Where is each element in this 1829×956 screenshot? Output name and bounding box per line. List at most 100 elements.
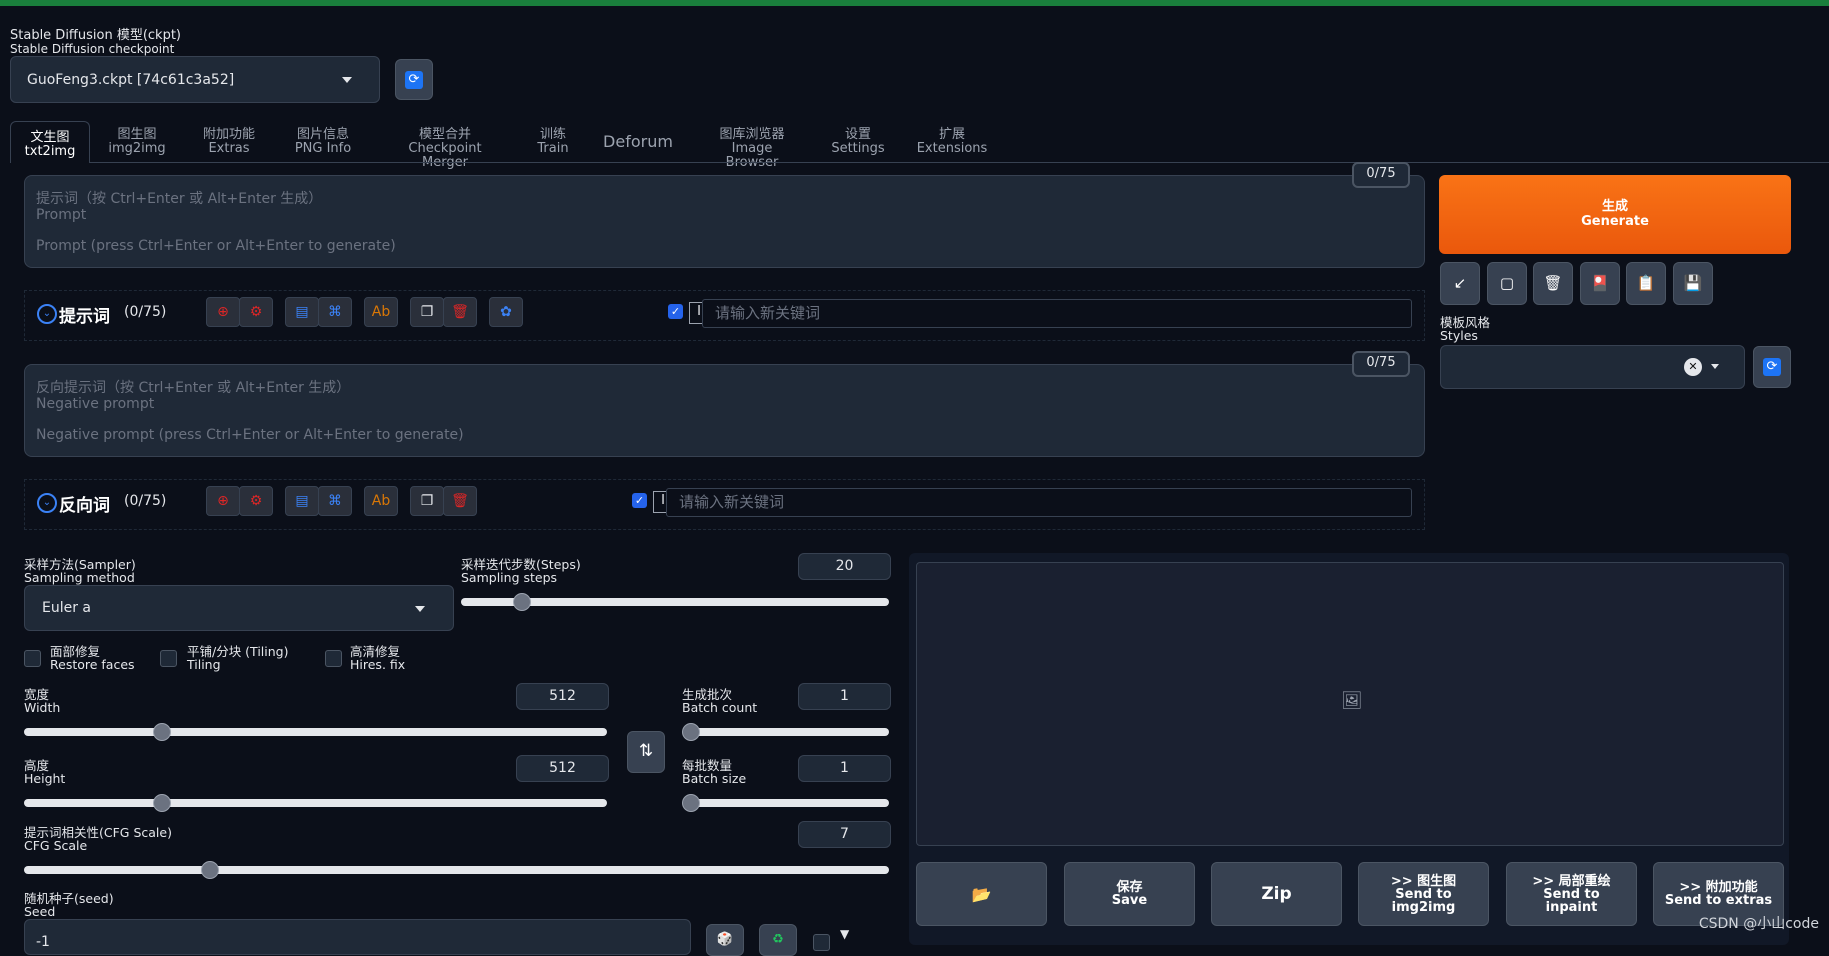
tab-img2img[interactable]: 图生图 img2img [102, 128, 172, 156]
open-folder-button[interactable]: 📂 [916, 862, 1047, 926]
zip-button[interactable]: Zip [1211, 862, 1342, 926]
sampler-label: 采样方法(Sampler) Sampling method [24, 558, 136, 584]
clear-x-icon[interactable]: ✕ [1684, 358, 1702, 376]
tab-png-info[interactable]: 图片信息 PNG Info [284, 128, 362, 156]
tab-txt2img[interactable]: 文生图 txt2img [10, 121, 90, 163]
prompt-label-en: Prompt [36, 207, 87, 223]
send-to-img2img-button[interactable]: >> 图生图 Send to img2img [1358, 862, 1489, 926]
height-number-input[interactable]: 512 [516, 755, 609, 782]
collapse-chevron-icon[interactable]: ⌄ [37, 493, 57, 513]
batch-size-number-input[interactable]: 1 [798, 755, 891, 782]
tab-label-en: img2img [108, 141, 166, 156]
translate-globe-icon[interactable]: ⊕ [206, 297, 240, 327]
swap-arrows-icon: ⇅ [638, 741, 654, 761]
notes-icon[interactable]: ▤ [285, 297, 319, 327]
prompt-placeholder: Prompt (press Ctrl+Enter or Alt+Enter to… [36, 238, 396, 254]
checkpoint-dropdown[interactable]: GuoFeng3.ckpt [74c61c3a52] [10, 56, 380, 103]
restore-faces-checkbox[interactable] [24, 650, 41, 667]
hires-fix-checkbox[interactable] [325, 650, 342, 667]
tab-label-en: Extensions [916, 141, 988, 156]
copy-icon[interactable]: ❐ [410, 297, 444, 327]
bookmark-icon[interactable]: ⌘ [318, 297, 352, 327]
triangle-down-icon[interactable]: ▼ [840, 927, 849, 941]
batch-size-slider[interactable] [682, 794, 889, 812]
restore-faces-label-en: Restore faces [50, 657, 135, 672]
extra-seed-checkbox[interactable] [813, 934, 830, 951]
trash-icon[interactable]: 🗑 [1533, 262, 1573, 305]
gear-icon[interactable]: ⚙ [239, 297, 273, 327]
random-seed-button[interactable]: 🎲 [706, 924, 744, 956]
tab-extensions[interactable]: 扩展 Extensions [916, 128, 988, 156]
trash-icon[interactable]: 🗑 [443, 297, 477, 327]
bookmark-icon[interactable]: ⌘ [318, 486, 352, 516]
clipboard-icon[interactable]: 📋 [1626, 262, 1666, 305]
save-disk-icon[interactable]: 💾 [1673, 262, 1713, 305]
slider-thumb[interactable] [201, 861, 220, 879]
tab-train[interactable]: 训练 Train [532, 128, 574, 156]
width-slider[interactable] [24, 723, 607, 741]
collapse-chevron-icon[interactable]: ⌄ [37, 304, 57, 324]
tab-label-en: txt2img [24, 144, 76, 159]
tab-deforum[interactable]: Deforum [601, 133, 675, 151]
batch-count-label: 生成批次 Batch count [682, 688, 757, 714]
notes-icon[interactable]: ▤ [285, 486, 319, 516]
slider-thumb[interactable] [512, 593, 531, 611]
seed-input[interactable]: -1 [24, 919, 691, 955]
tab-extras[interactable]: 附加功能 Extras [192, 128, 266, 156]
negative-keyword-input[interactable]: 请输入新关键词 [666, 488, 1412, 517]
slider-thumb[interactable] [682, 794, 700, 812]
batch-count-number-input[interactable]: 1 [798, 683, 891, 710]
sampler-dropdown[interactable]: Euler a [24, 585, 454, 631]
tab-divider [90, 162, 1829, 163]
send-inpaint-label-cn: >> 局部重绘 [1532, 873, 1611, 889]
height-slider[interactable] [24, 794, 607, 812]
openai-icon[interactable]: ✿ [489, 297, 523, 327]
slider-thumb[interactable] [153, 794, 171, 812]
send-extras-label-en1: Send to extras [1664, 893, 1773, 908]
refresh-icon: ⟳ [405, 70, 423, 89]
slider-thumb[interactable] [682, 723, 700, 741]
trash-icon[interactable]: 🗑 [443, 486, 477, 516]
translate-globe-icon[interactable]: ⊕ [206, 486, 240, 516]
slider-thumb[interactable] [153, 723, 171, 741]
keyword-enable-checkbox[interactable]: ✓ [632, 493, 647, 508]
tab-checkpoint-merger[interactable]: 模型合并 Checkpoint Merger [386, 128, 504, 170]
tab-label-cn: 图片信息 [296, 127, 349, 142]
copy-icon[interactable]: ❐ [410, 486, 444, 516]
refresh-styles-button[interactable]: ⟳ [1753, 346, 1791, 388]
negative-label-en: Negative prompt [36, 396, 155, 412]
square-icon[interactable]: ▢ [1487, 262, 1527, 305]
reuse-seed-button[interactable]: ♻ [759, 924, 797, 956]
checkpoint-label-en: Stable Diffusion checkpoint [10, 42, 175, 56]
cfg-number-input[interactable]: 7 [798, 821, 891, 848]
steps-slider[interactable] [461, 593, 889, 611]
cfg-slider[interactable] [24, 861, 889, 879]
save-button[interactable]: 保存 Save [1064, 862, 1195, 926]
chevron-down-icon [342, 77, 352, 83]
tab-label-en: Train [537, 141, 569, 156]
ab-text-icon[interactable]: Ab [364, 297, 398, 327]
negative-prompt-textarea[interactable]: 反向提示词（按 Ctrl+Enter 或 Alt+Enter 生成） Negat… [24, 364, 1425, 457]
tab-label-cn: 训练 [539, 127, 566, 142]
steps-number-input[interactable]: 20 [798, 553, 891, 580]
extra-networks-card-icon[interactable]: 🎴 [1580, 262, 1620, 305]
steps-label: 采样迭代步数(Steps) Sampling steps [461, 558, 581, 584]
prompt-textarea[interactable]: 提示词（按 Ctrl+Enter 或 Alt+Enter 生成） Prompt … [24, 175, 1425, 268]
prompt-keyword-input[interactable]: 请输入新关键词 [702, 299, 1412, 328]
batch-count-slider[interactable] [682, 723, 889, 741]
tab-image-browser[interactable]: 图库浏览器 Image Browser [706, 128, 798, 170]
send-to-inpaint-button[interactable]: >> 局部重绘 Send to inpaint [1506, 862, 1637, 926]
seed-label-en: Seed [24, 904, 56, 919]
width-number-input[interactable]: 512 [516, 683, 609, 710]
generate-button[interactable]: 生成 Generate [1439, 175, 1791, 254]
tab-settings[interactable]: 设置 Settings [830, 128, 886, 156]
height-label-en: Height [24, 771, 66, 786]
ab-text-icon[interactable]: Ab [364, 486, 398, 516]
keyword-enable-checkbox[interactable]: ✓ [668, 304, 683, 319]
swap-dimensions-button[interactable]: ⇅ [627, 731, 665, 773]
tiling-checkbox[interactable] [160, 650, 177, 667]
refresh-checkpoint-button[interactable]: ⟳ [395, 59, 433, 100]
styles-dropdown[interactable]: ✕ [1440, 345, 1745, 389]
gear-icon[interactable]: ⚙ [239, 486, 273, 516]
read-params-arrow-icon[interactable]: ↙ [1440, 262, 1480, 305]
